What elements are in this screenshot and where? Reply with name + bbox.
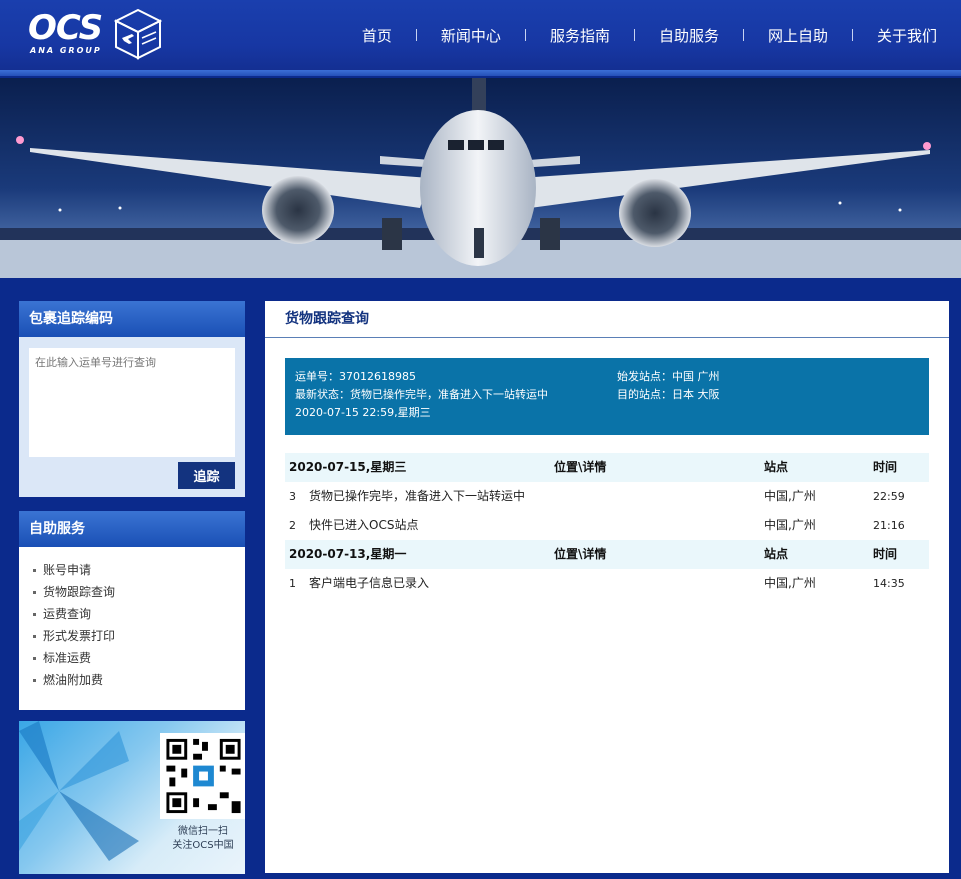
event-time: 22:59 [873,490,905,503]
tracking-detail-table: 2020-07-15,星期三 位置\详情 站点 时间 3 货物已操作完毕，准备进… [285,453,929,598]
link-proforma-invoice[interactable]: 形式发票打印 [33,625,245,647]
tracking-event-row: 1 客户端电子信息已录入 中国,广州 14:35 [285,569,929,598]
nav-news[interactable]: 新闻中心 [417,25,525,46]
group-date: 2020-07-13,星期一 [289,547,407,561]
latest-status: 最新状态：货物已操作完毕，准备进入下一站转运中 [295,388,548,401]
logo-text: OCS [28,8,103,48]
page-title: 货物跟踪查询 [265,301,949,338]
nav-online-self[interactable]: 网上自助 [744,25,852,46]
qr-caption-line1: 微信扫一扫 [178,826,228,837]
bullet-icon [33,657,36,660]
link-label: 账号申请 [43,563,92,577]
link-label: 标准运费 [43,651,92,665]
date-group-header: 2020-07-15,星期三 位置\详情 站点 时间 [285,453,929,482]
shipment-summary: 运单号：37012618985 最新状态：货物已操作完毕，准备进入下一站转运中 … [285,358,929,435]
bullet-icon [33,613,36,616]
tracking-panel-title: 包裹追踪编码 [19,301,245,337]
tracking-result-panel: 货物跟踪查询 运单号：37012618985 最新状态：货物已操作完毕，准备进入… [265,301,949,873]
qr-caption: 微信扫一扫 关注OCS中国 [143,825,245,853]
link-account-apply[interactable]: 账号申请 [33,559,245,581]
col-time-header: 时间 [873,547,898,561]
package-box-icon [114,8,162,60]
link-freight-query[interactable]: 运费查询 [33,603,245,625]
bullet-icon [33,679,36,682]
tracking-event-row: 3 货物已操作完毕，准备进入下一站转运中 中国,广州 22:59 [285,482,929,511]
summary-right: 始发站点：中国 广州 目的站点：日本 大阪 [617,368,720,404]
col-site-header: 站点 [764,547,789,561]
link-standard-freight[interactable]: 标准运费 [33,647,245,669]
nav-home[interactable]: 首页 [338,25,416,46]
logo-subtitle: ANA GROUP [30,46,102,55]
event-description: 快件已进入OCS站点 [309,518,419,532]
tracking-panel: 包裹追踪编码 追踪 [19,301,245,497]
event-time: 14:35 [873,577,905,590]
qr-code-icon [160,733,245,819]
waybill-number: 运单号：37012618985 [295,370,416,383]
event-description: 货物已操作完毕，准备进入下一站转运中 [309,489,526,503]
event-site: 中国,广州 [764,489,816,503]
event-number: 1 [289,577,296,590]
origin-station: 始发站点：中国 广州 [617,370,720,383]
summary-left: 运单号：37012618985 最新状态：货物已操作完毕，准备进入下一站转运中 … [295,368,548,422]
airplane-banner-image [0,78,961,278]
self-service-list: 账号申请 货物跟踪查询 运费查询 形式发票打印 标准运费 燃油附加费 [19,547,245,691]
self-service-title: 自助服务 [19,511,245,547]
bullet-icon [33,569,36,572]
col-location-header: 位置\详情 [554,547,607,561]
bullet-icon [33,591,36,594]
status-datetime: 2020-07-15 22:59,星期三 [295,406,431,419]
track-button[interactable]: 追踪 [178,462,235,489]
waybill-input[interactable] [29,348,235,457]
event-site: 中国,广州 [764,518,816,532]
nav-about[interactable]: 关于我们 [853,25,961,46]
self-service-panel: 自助服务 账号申请 货物跟踪查询 运费查询 形式发票打印 标准运费 燃油附加费 [19,511,245,710]
airplane-banner [0,78,961,278]
qr-caption-line2: 关注OCS中国 [172,840,234,851]
wechat-qr-panel: 微信扫一扫 关注OCS中国 [19,721,245,874]
event-number: 2 [289,519,296,532]
group-date: 2020-07-15,星期三 [289,460,407,474]
bullet-icon [33,635,36,638]
nav-self-service[interactable]: 自助服务 [635,25,743,46]
link-label: 燃油附加费 [43,673,104,687]
link-label: 形式发票打印 [43,629,116,643]
link-fuel-surcharge[interactable]: 燃油附加费 [33,669,245,691]
link-label: 货物跟踪查询 [43,585,116,599]
col-location-header: 位置\详情 [554,460,607,474]
destination-station: 目的站点：日本 大阪 [617,388,720,401]
event-time: 21:16 [873,519,905,532]
event-description: 客户端电子信息已录入 [309,576,430,590]
site-header: OCS ANA GROUP 首页 新闻中心 服务指南 自助服务 网上自助 关于我… [0,0,961,76]
col-site-header: 站点 [764,460,789,474]
tracking-event-row: 2 快件已进入OCS站点 中国,广州 21:16 [285,511,929,540]
qr-code [160,733,245,819]
col-time-header: 时间 [873,460,898,474]
ocs-logo[interactable]: OCS ANA GROUP [28,8,163,60]
nav-service-guide[interactable]: 服务指南 [526,25,634,46]
event-number: 3 [289,490,296,503]
link-label: 运费查询 [43,607,92,621]
link-cargo-tracking[interactable]: 货物跟踪查询 [33,581,245,603]
date-group-header: 2020-07-13,星期一 位置\详情 站点 时间 [285,540,929,569]
event-site: 中国,广州 [764,576,816,590]
main-nav: 首页 新闻中心 服务指南 自助服务 网上自助 关于我们 [338,0,961,70]
